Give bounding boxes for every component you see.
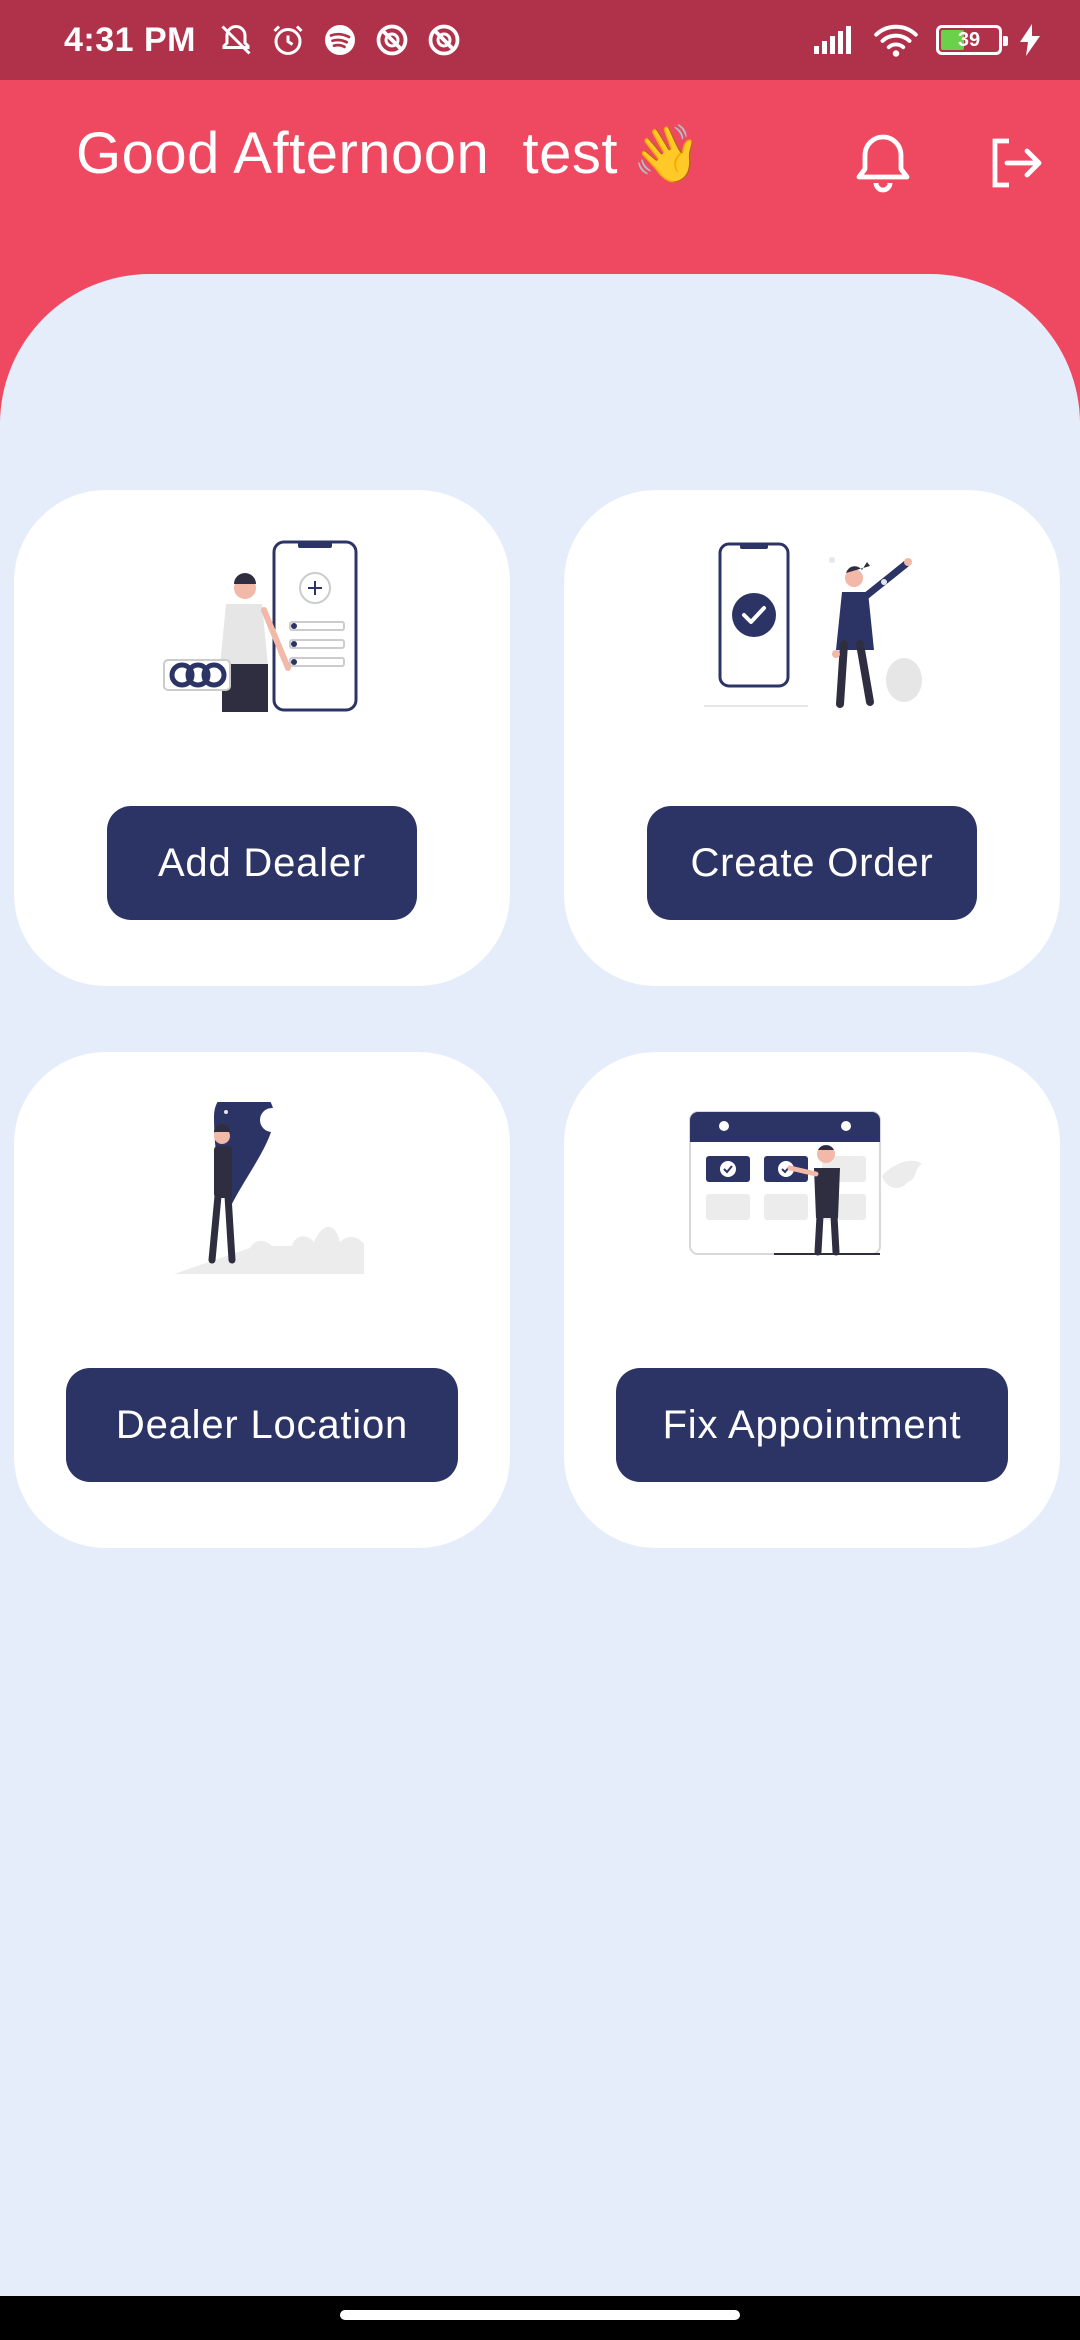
logout-button[interactable] [970,118,1060,208]
battery-level: 39 [957,28,981,51]
greeting-text: Good Afternoon test [76,121,619,186]
app-root: 4:31 PM 39 Good Afternoon test 👋 Add Dea… [0,0,1080,2340]
bell-icon [856,134,910,193]
status-icons-right: 39 [812,22,1040,58]
home-indicator[interactable] [340,2310,740,2320]
charging-icon [1020,24,1040,56]
wifi-icon [874,24,918,57]
blocked-app-icon [376,24,408,56]
notifications-button[interactable] [838,118,928,208]
blocked-app-icon [428,24,460,56]
card-add-dealer[interactable]: Add Dealer [14,490,510,986]
dealer-location-illustration [174,1102,364,1274]
card-dealer-location[interactable]: Dealer Location [14,1052,510,1548]
status-bar: 4:31 PM 39 [0,0,1080,80]
create-order-illustration [704,542,922,708]
card-fix-appointment[interactable]: Fix Appointment [564,1052,1060,1548]
fix-appointment-button[interactable]: Fix Appointment [616,1368,1008,1482]
waving-hand-icon: 👋 [632,121,703,185]
greeting: Good Afternoon test 👋 [76,120,702,187]
signal-icon [814,26,851,54]
logout-icon [992,138,1042,188]
create-order-button[interactable]: Create Order [647,806,977,920]
dealer-location-button[interactable]: Dealer Location [66,1368,458,1482]
card-create-order[interactable]: Create Order [564,490,1060,986]
status-time: 4:31 PM [64,20,196,59]
spotify-icon [325,25,355,55]
alarm-icon [273,25,303,55]
add-dealer-illustration [163,540,358,712]
battery-icon: 39 [936,25,1008,55]
system-nav-bar [0,2296,1080,2340]
muted-bell-icon [221,24,251,55]
status-icons-left [218,22,462,58]
fix-appointment-illustration [689,1111,922,1256]
add-dealer-button[interactable]: Add Dealer [107,806,417,920]
